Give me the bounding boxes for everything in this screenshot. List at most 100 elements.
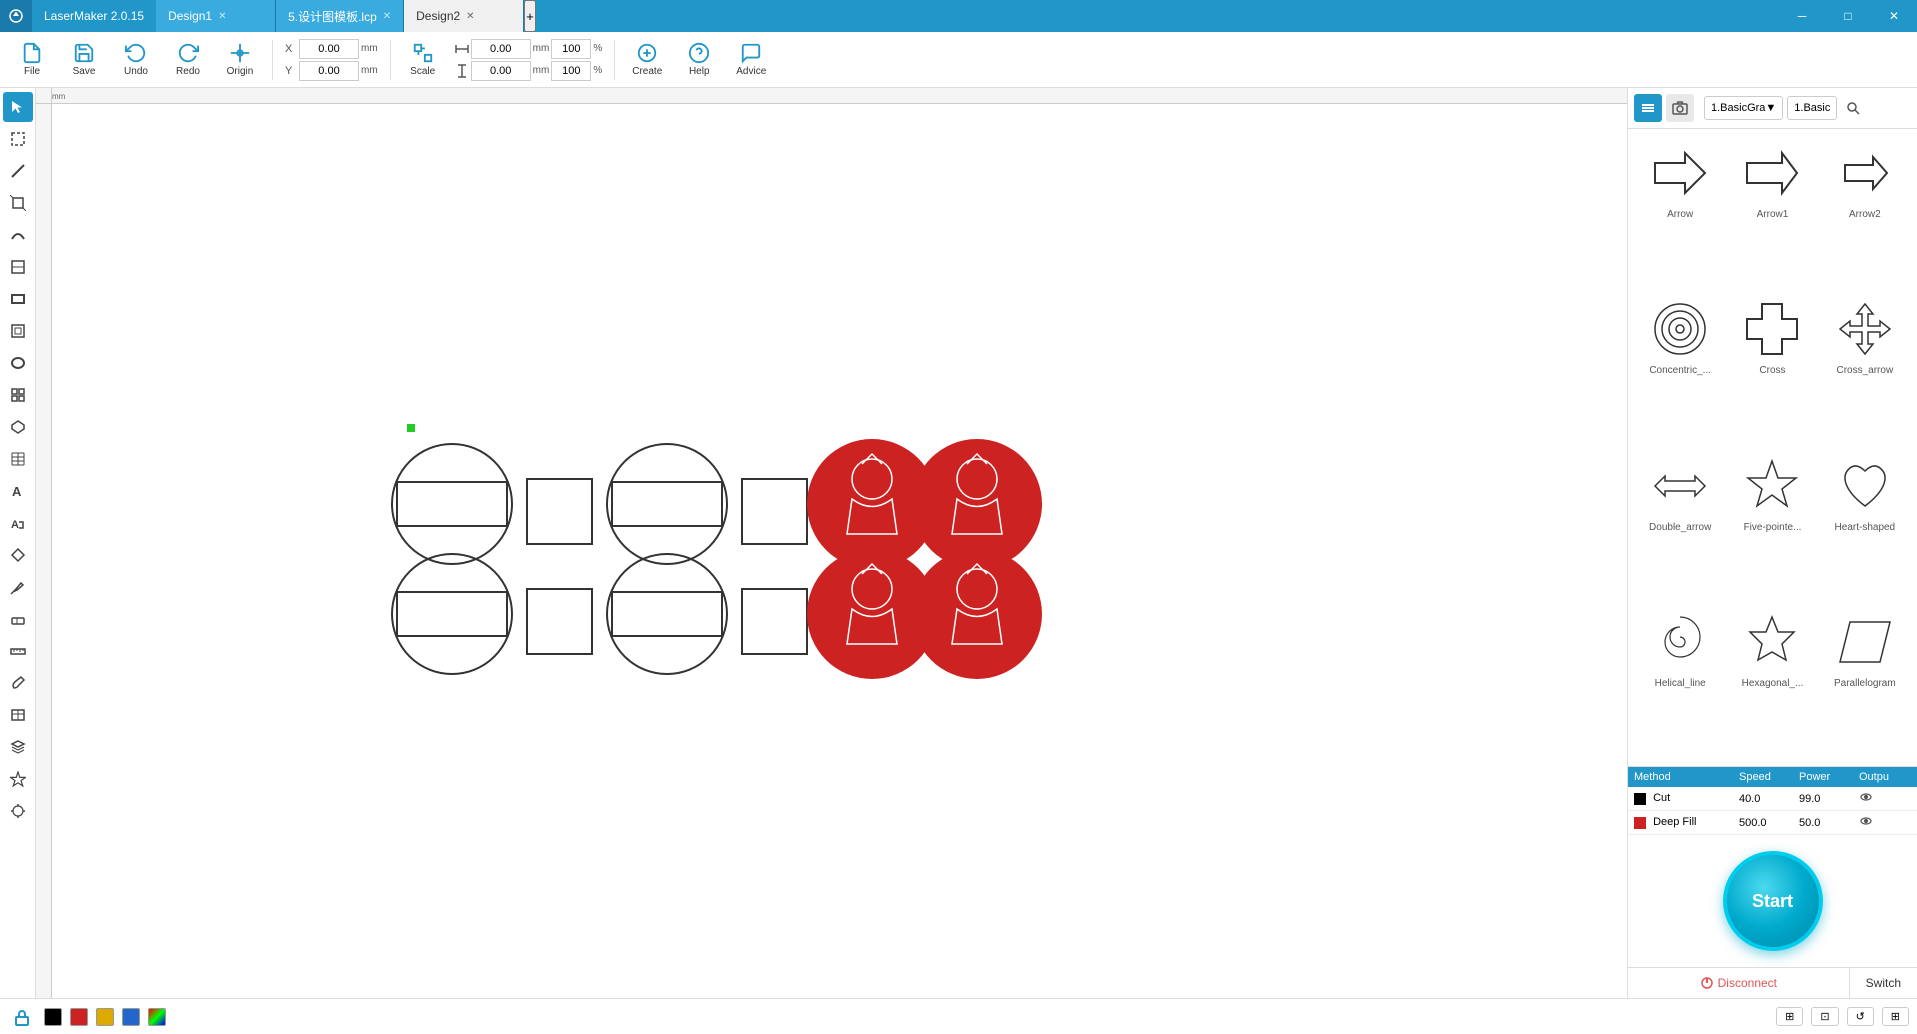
- disconnect-area: Disconnect Switch: [1628, 967, 1917, 998]
- w-input[interactable]: [471, 39, 531, 59]
- origin-button[interactable]: Origin: [216, 36, 264, 84]
- layer-row-cut[interactable]: Cut 40.0 99.0: [1628, 787, 1917, 811]
- shape-heart[interactable]: Heart-shaped: [1821, 450, 1909, 602]
- shape-double-arrow[interactable]: Double_arrow: [1636, 450, 1724, 602]
- tool-polygon[interactable]: [3, 412, 33, 442]
- tool-pen[interactable]: [3, 572, 33, 602]
- undo-button[interactable]: Undo: [112, 36, 160, 84]
- grid-button[interactable]: ⊞: [1882, 1007, 1909, 1026]
- tab-template[interactable]: 5.设计图模板.lcp ✕: [276, 0, 404, 32]
- cut-color: [1634, 793, 1646, 805]
- right-panel-header: 1.BasicGra▼ 1.Basic: [1628, 88, 1917, 129]
- h-input[interactable]: [471, 61, 531, 81]
- deepfill-eye[interactable]: [1853, 811, 1893, 834]
- tool-grid[interactable]: [3, 380, 33, 410]
- w-pct-input[interactable]: [551, 39, 591, 59]
- lock-button[interactable]: [8, 1003, 36, 1031]
- tool-image-crop[interactable]: [3, 252, 33, 282]
- sep2: [390, 40, 391, 80]
- new-tab-button[interactable]: +: [524, 0, 536, 32]
- tab-design2[interactable]: Design2 ✕: [404, 0, 524, 32]
- y-coord-row: Y mm: [285, 61, 378, 81]
- tool-crop3[interactable]: [3, 316, 33, 346]
- tool-grid2[interactable]: [3, 444, 33, 474]
- shape-arrow2[interactable]: Arrow2: [1821, 137, 1909, 289]
- switch-button[interactable]: Switch: [1849, 968, 1917, 998]
- tool-rect[interactable]: [3, 284, 33, 314]
- color-yellow[interactable]: [96, 1008, 114, 1026]
- layer-row-deepfill[interactable]: Deep Fill 500.0 50.0: [1628, 811, 1917, 835]
- tool-line[interactable]: [3, 156, 33, 186]
- vertical-ruler: [36, 104, 52, 998]
- hex-star-label: Hexagonal_...: [1742, 678, 1804, 689]
- align-button[interactable]: ⊞: [1776, 1007, 1803, 1026]
- cut-power: 99.0: [1793, 790, 1853, 808]
- canvas-area[interactable]: mm: [36, 88, 1627, 998]
- tool-curve[interactable]: [3, 220, 33, 250]
- tool-table[interactable]: [3, 700, 33, 730]
- tool-diamond[interactable]: [3, 540, 33, 570]
- color-gradient[interactable]: [148, 1008, 166, 1026]
- tool-ellipse[interactable]: [3, 348, 33, 378]
- search-button[interactable]: [1841, 96, 1865, 120]
- panel-camera-btn[interactable]: [1666, 94, 1694, 122]
- shape-concentric[interactable]: Concentric_...: [1636, 293, 1724, 445]
- tool-shape[interactable]: [3, 764, 33, 794]
- panel-view-btn[interactable]: [1634, 94, 1662, 122]
- tool-text-shape[interactable]: A: [3, 508, 33, 538]
- tool-paint[interactable]: [3, 668, 33, 698]
- help-button[interactable]: Help: [675, 36, 723, 84]
- close-tab-template[interactable]: ✕: [383, 11, 391, 22]
- shape-cross[interactable]: Cross: [1728, 293, 1816, 445]
- redo-button[interactable]: Redo: [164, 36, 212, 84]
- tool-burst[interactable]: [3, 796, 33, 826]
- disconnect-button[interactable]: Disconnect: [1628, 968, 1849, 998]
- shape-five-star[interactable]: Five-pointe...: [1728, 450, 1816, 602]
- tool-ruler[interactable]: [3, 636, 33, 666]
- tool-eraser[interactable]: [3, 604, 33, 634]
- tool-crop[interactable]: [3, 188, 33, 218]
- h-pct-input[interactable]: [551, 61, 591, 81]
- close-tab-design2[interactable]: ✕: [466, 11, 474, 22]
- coord-group: X mm Y mm: [285, 39, 378, 81]
- width-icon: [455, 42, 469, 56]
- shape-hex-star[interactable]: Hexagonal_...: [1728, 606, 1816, 758]
- concentric-preview: [1648, 297, 1712, 361]
- tool-text[interactable]: A: [3, 476, 33, 506]
- tab-design1[interactable]: Design1 ✕: [156, 0, 276, 32]
- canvas[interactable]: [52, 104, 1627, 998]
- layers-panel: Method Speed Power Outpu Cut 40.0 99.0: [1628, 766, 1917, 835]
- shape-helical[interactable]: Helical_line: [1636, 606, 1724, 758]
- close-tab-design1[interactable]: ✕: [218, 11, 226, 22]
- canvas-svg: [52, 104, 1627, 998]
- scale-button[interactable]: Scale: [399, 36, 447, 84]
- color-black[interactable]: [44, 1008, 62, 1026]
- close-button[interactable]: ✕: [1871, 0, 1917, 32]
- tool-layers[interactable]: [3, 732, 33, 762]
- shape-parallelogram[interactable]: Parallelogram: [1821, 606, 1909, 758]
- create-button[interactable]: Create: [623, 36, 671, 84]
- distribute-button[interactable]: ⊡: [1811, 1007, 1838, 1026]
- shape-cross-arrow[interactable]: Cross_arrow: [1821, 293, 1909, 445]
- color-blue[interactable]: [122, 1008, 140, 1026]
- shape-arrow1[interactable]: Arrow1: [1728, 137, 1816, 289]
- x-input[interactable]: [299, 39, 359, 59]
- maximize-button[interactable]: □: [1825, 0, 1871, 32]
- tool-arrow[interactable]: [3, 92, 33, 122]
- minimize-button[interactable]: ─: [1779, 0, 1825, 32]
- file-button[interactable]: File: [8, 36, 56, 84]
- y-input[interactable]: [299, 61, 359, 81]
- tool-select[interactable]: [3, 124, 33, 154]
- rotate-button[interactable]: ↺: [1847, 1007, 1874, 1026]
- save-button[interactable]: Save: [60, 36, 108, 84]
- color-red[interactable]: [70, 1008, 88, 1026]
- cut-eye[interactable]: [1853, 787, 1893, 810]
- cross-preview: [1740, 297, 1804, 361]
- start-button[interactable]: Start: [1723, 851, 1823, 951]
- w-row: mm %: [455, 39, 603, 59]
- shape-arrow[interactable]: Arrow: [1636, 137, 1724, 289]
- basic-dropdown[interactable]: 1.Basic: [1787, 96, 1837, 120]
- basic-gray-dropdown[interactable]: 1.BasicGra▼: [1704, 96, 1783, 120]
- height-icon: [455, 64, 469, 78]
- advice-button[interactable]: Advice: [727, 36, 775, 84]
